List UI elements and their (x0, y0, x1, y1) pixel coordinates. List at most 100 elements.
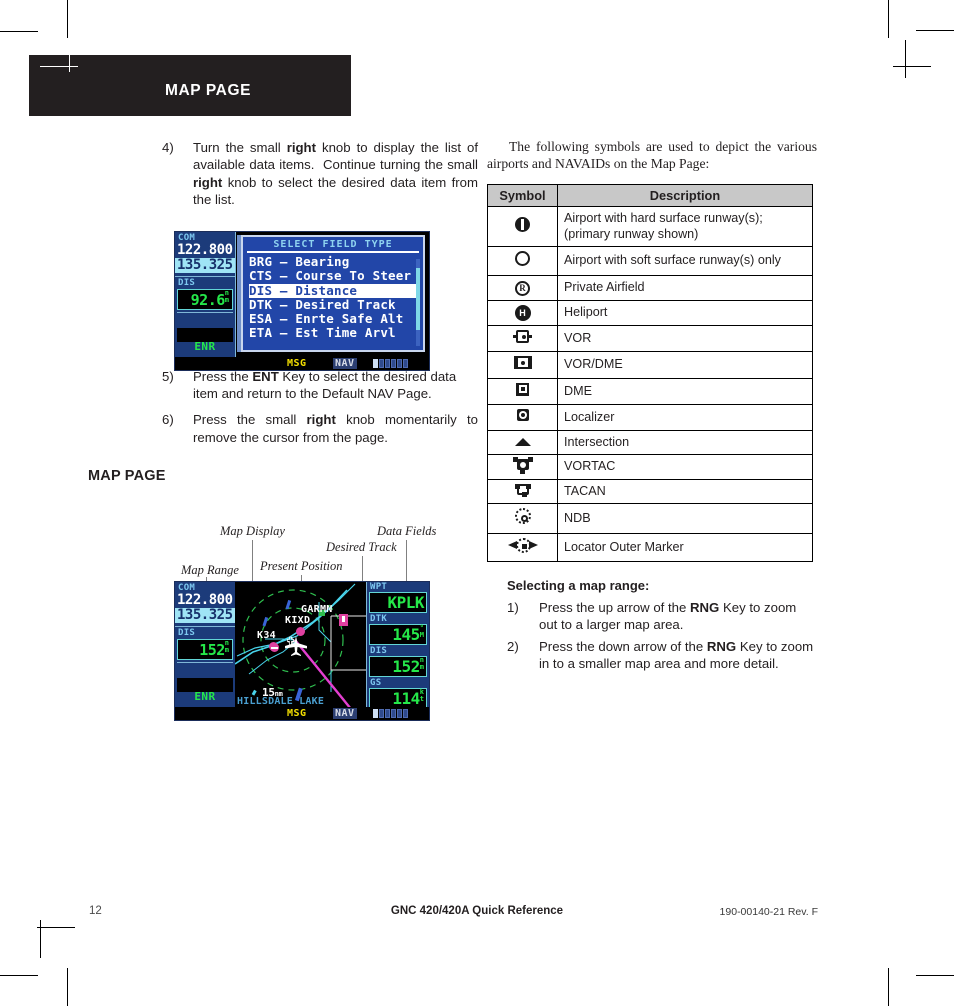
page-position-indicator (373, 709, 408, 718)
message-annunciator: MSG (287, 358, 307, 369)
step-number: 4) (162, 140, 174, 155)
table-row: DME (487, 377, 813, 405)
list-item: 6) Press the small right knob momentaril… (88, 411, 478, 446)
table-row: Airport with soft surface runway(s) only (487, 246, 813, 276)
symbol-description: Localizer (557, 404, 813, 431)
table-row: Airport with hard surface runway(s); (pr… (487, 206, 813, 247)
symbol-description: Airport with soft surface runway(s) only (557, 246, 813, 276)
list-item: 5) Press the ENT Key to select the desir… (88, 368, 478, 403)
field-type-option[interactable]: CTS – Course To Steer (249, 268, 419, 283)
mode-indicator: ENR (194, 690, 216, 703)
table-row: VOR/DME (487, 351, 813, 379)
rail-blank-field (177, 312, 233, 326)
data-field-list[interactable]: WPT KPLK DTK 145 ° M DIS 152 n m GS 114 k t (367, 582, 429, 709)
step-number: 5) (162, 368, 174, 384)
intersection-icon (487, 429, 558, 455)
dme-icon (487, 377, 558, 405)
step-text: Press the ENT Key to select the desired … (193, 368, 457, 402)
callout-map-display: Map Display (220, 524, 285, 538)
field-type-option[interactable]: DTK – Desired Track (249, 297, 419, 312)
page-footer: 12 GNC 420/420A Quick Reference 190-0014… (0, 905, 954, 925)
vor-icon (487, 324, 558, 352)
rail-blank-field (177, 662, 233, 676)
step-text: Turn the small right knob to display the… (193, 140, 478, 208)
map-label-k34: K34 (257, 630, 276, 641)
field-type-option[interactable]: ESA – Enrte Safe Alt (249, 311, 419, 326)
data-field-value-box[interactable]: KPLK (369, 592, 427, 613)
nav-annunciator: NAV (333, 358, 357, 369)
symbol-description: Locator Outer Marker (557, 532, 813, 562)
table-row: H Heliport (487, 299, 813, 326)
navaid-symbol (339, 614, 348, 626)
crop-mark (0, 31, 38, 32)
callout-present-position: Present Position (260, 559, 343, 573)
message-annunciator: MSG (287, 708, 307, 719)
data-field-value-box[interactable]: 145 ° M (369, 624, 427, 645)
dis-value-box: 152 n m (177, 639, 233, 660)
locator-outer-marker-icon (487, 532, 558, 562)
table-header-row: Symbol Description (487, 184, 813, 207)
crop-mark (0, 975, 38, 976)
data-field-value: 145 (392, 625, 420, 644)
symbol-description: DME (557, 377, 813, 405)
gps-right-rail-data-fields: WPT KPLK DTK 145 ° M DIS 152 n m GS 114 k t (366, 582, 429, 709)
callout-data-fields: Data Fields (377, 524, 437, 538)
symbol-description: Intersection (557, 429, 813, 455)
page-title: MAP PAGE (165, 82, 252, 99)
data-field-label: WPT (370, 582, 388, 592)
step-number: 2) (507, 638, 519, 654)
table-row: Locator Outer Marker (487, 532, 813, 562)
data-field-value: 114 (392, 689, 420, 708)
table-row: VOR (487, 324, 813, 352)
crop-mark (888, 0, 889, 38)
gps-left-rail: COM 122.800 135.325 DIS 92.6 n m ENR (175, 232, 236, 357)
gps-left-rail: COM 122.800 135.325 DIS 152 n m ENR (175, 582, 236, 707)
symbol-description: NDB (557, 503, 813, 534)
field-type-option[interactable]: BRG – Bearing (249, 254, 419, 269)
crop-mark (916, 975, 954, 976)
gps-status-bar: MSG NAV (175, 707, 429, 720)
symbol-description: TACAN (557, 478, 813, 504)
column-header-description: Description (557, 184, 813, 207)
dis-unit-bottom: m (224, 646, 229, 654)
scrollbar-thumb[interactable] (416, 267, 420, 331)
data-field-label: DIS (370, 646, 388, 656)
symbol-description: VOR (557, 324, 813, 352)
gps-screen-map-page: COM 122.800 135.325 DIS 152 n m ENR K34 … (174, 581, 430, 721)
data-field-value-box[interactable]: 114 k t (369, 688, 427, 709)
localizer-icon (487, 404, 558, 431)
data-field-value-box[interactable]: 152 n m (369, 656, 427, 677)
crop-mark (905, 40, 906, 78)
vortac-icon (487, 454, 558, 480)
map-label-garmn: GARMN (301, 604, 333, 615)
field-type-option-list[interactable]: BRG – Bearing CTS – Course To Steer DIS – … (243, 253, 423, 341)
document-page: MAP PAGE 4) Turn the small right knob to… (0, 0, 954, 1006)
mode-indicator: ENR (194, 340, 216, 353)
callout-map-range: Map Range (181, 563, 239, 577)
gps-screen-select-field-type: COM 122.800 135.325 DIS 92.6 n m ENR SELEC… (174, 231, 430, 371)
airport-symbol-k34-bar (270, 643, 279, 652)
select-field-type-panel: SELECT FIELD TYPE BRG – Bearing CTS – Cou… (241, 235, 425, 352)
crop-mark (888, 968, 889, 1006)
map-label-kixd: KIXD (285, 615, 311, 626)
section-heading: MAP PAGE (88, 468, 166, 485)
crop-mark (67, 0, 68, 38)
step-number: 1) (507, 600, 519, 615)
ndb-icon (487, 503, 558, 534)
crop-mark (40, 920, 41, 958)
symbol-table: Symbol Description Airport with hard sur… (487, 184, 813, 562)
field-type-option[interactable]: ETA – Est Time Arvl (249, 326, 419, 341)
table-row: VORTAC (487, 454, 813, 480)
field-type-option[interactable]: DIS – Distance (249, 283, 419, 298)
nav-annunciator: NAV (333, 708, 357, 719)
symbol-description: Heliport (557, 299, 813, 326)
map-display[interactable]: K34 KIXD GARMN ✞ 15nm HILLSDALE LAKE (235, 582, 367, 707)
right-column: The following symbols are used to depict… (487, 139, 817, 677)
dis-value: 152 (199, 641, 225, 659)
list-item: 1) Press the up arrow of the RNG Key to … (487, 599, 817, 634)
document-revision: 190-00140-21 Rev. F (719, 906, 818, 918)
step-text: Press the up arrow of the RNG Key to zoo… (539, 600, 797, 633)
step-number: 6) (162, 412, 174, 428)
table-row: Intersection (487, 429, 813, 455)
scrollbar[interactable] (416, 259, 420, 346)
